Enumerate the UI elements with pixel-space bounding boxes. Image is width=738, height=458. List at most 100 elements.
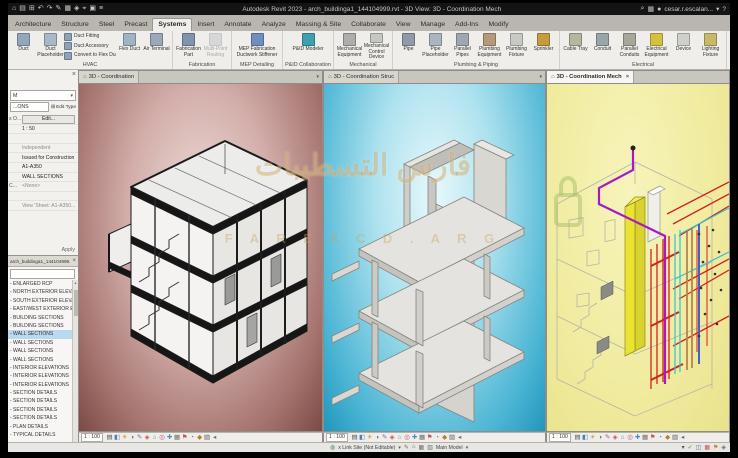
view-control-icon[interactable]: ⚑ xyxy=(181,433,189,442)
view-control-icon[interactable]: ◆ xyxy=(441,433,449,442)
view-control-icon[interactable]: ◎ xyxy=(403,433,411,442)
scale-button[interactable]: 1 : 100 xyxy=(549,433,571,443)
view-control-icon[interactable]: ◔ xyxy=(656,433,664,442)
property-value[interactable]: Issued for Construction xyxy=(22,155,78,161)
sheet-list-item[interactable]: - WALL SECTIONS xyxy=(8,347,73,355)
help-icon[interactable]: ? xyxy=(722,6,726,13)
ribbon-button[interactable]: Component xyxy=(729,32,730,61)
status-filter-icon[interactable]: ⚑ xyxy=(713,444,718,451)
view-tab-coordination-struc[interactable]: ⌂ 3D - Coordination Struc xyxy=(324,71,399,83)
ribbon-tab[interactable]: Systems xyxy=(152,18,192,31)
sheet-list-item[interactable]: - TYPICAL DETAILS xyxy=(8,431,73,439)
sheet-list-item[interactable]: - INTERIOR ELEVATIONS xyxy=(8,364,73,372)
property-value[interactable]: <None> xyxy=(22,183,78,189)
sheet-list-item[interactable]: - SECTION DETAILS xyxy=(8,406,73,414)
qat-icon[interactable]: ✎ xyxy=(55,4,61,14)
view-control-icon[interactable]: ◂ xyxy=(456,433,464,442)
sheet-list-item[interactable]: - BUILDING SECTIONS xyxy=(8,322,73,330)
ribbon-button[interactable]: Parallel Conduits xyxy=(616,32,643,61)
sheet-list-item[interactable]: - WALL SECTIONS xyxy=(8,339,73,347)
ribbon-button[interactable]: Multi-Point Routing xyxy=(202,32,229,61)
property-value[interactable]: View 'Sheet: A1-A350... xyxy=(22,203,78,209)
sheet-list-item[interactable]: - WALL SECTIONS xyxy=(8,356,73,364)
ribbon-tab[interactable]: Annotate xyxy=(219,19,256,31)
sheet-list-item[interactable]: - NORTH EXTERIOR ELEVATION xyxy=(8,288,73,296)
view-control-icon[interactable]: ⚑ xyxy=(426,433,434,442)
tab-list-caret-icon[interactable]: ▾ xyxy=(313,74,322,80)
view-control-icon[interactable]: ◧ xyxy=(113,433,121,442)
edit-type-button[interactable]: ⊞ Edit Type xyxy=(51,105,76,110)
qat-icon[interactable]: ↶ xyxy=(38,4,44,14)
status-icon[interactable]: ▦ xyxy=(419,444,425,451)
status-icon[interactable]: ✎ xyxy=(404,444,409,451)
ribbon-tab[interactable]: Precast xyxy=(119,19,152,31)
view-control-icon[interactable]: ⌂ xyxy=(396,433,404,442)
viewport-mep-model[interactable] xyxy=(546,83,730,432)
ribbon-tab[interactable]: Structure xyxy=(56,19,94,31)
view-control-icon[interactable]: ◑ xyxy=(373,433,381,442)
sheet-list-item[interactable]: - ENLARGED RCP xyxy=(8,280,73,288)
qat-icon[interactable]: ⌖ xyxy=(82,4,86,14)
viewport-structural-model[interactable] xyxy=(323,83,546,432)
view-control-icon[interactable]: ⚑ xyxy=(649,433,657,442)
tab-list-caret-icon[interactable]: ▾ xyxy=(536,74,545,80)
ribbon-tab[interactable]: Collaborate xyxy=(346,19,391,31)
ribbon-button[interactable]: Parallel Pipes xyxy=(449,32,476,61)
ribbon-button[interactable]: Fabrication Part xyxy=(175,32,202,61)
status-filter-icon[interactable]: ✓ xyxy=(688,444,693,451)
view-control-icon[interactable]: ◎ xyxy=(158,433,166,442)
chevron-down-icon[interactable]: ▾ xyxy=(398,445,401,451)
view-control-icon[interactable]: ✚ xyxy=(634,433,642,442)
view-control-icon[interactable]: ◧ xyxy=(581,433,589,442)
ribbon-button[interactable]: Plumbing Equipment xyxy=(476,32,503,61)
ribbon-button[interactable]: Duct Accessory xyxy=(64,42,116,52)
property-value[interactable]: 1 : 50 xyxy=(22,126,78,132)
view-control-icon[interactable]: ▦ xyxy=(418,433,426,442)
sheet-list-item[interactable]: - INTERIOR ELEVATIONS xyxy=(8,372,73,380)
view-control-icon[interactable]: ◧ xyxy=(358,433,366,442)
ribbon-button[interactable]: Device xyxy=(670,32,697,61)
view-control-icon[interactable]: ☀ xyxy=(589,433,597,442)
view-control-icon[interactable]: ▧ xyxy=(203,433,211,442)
ribbon-button[interactable]: Pipe Placeholder xyxy=(422,32,449,61)
ribbon-button[interactable]: MEP Fabrication Ductwork Stiffener xyxy=(234,32,280,61)
property-value[interactable]: Independent xyxy=(22,145,78,151)
view-control-icon[interactable]: ◔ xyxy=(188,433,196,442)
family-selector[interactable]: M ▾ xyxy=(10,90,76,101)
qat-icon[interactable]: ≡ xyxy=(99,4,103,14)
close-view-icon[interactable]: × xyxy=(626,74,629,80)
view-control-icon[interactable]: ✚ xyxy=(411,433,419,442)
scale-button[interactable]: 1 : 100 xyxy=(81,433,103,443)
property-value[interactable]: WALL SECTIONS xyxy=(22,174,78,180)
view-control-icon[interactable]: ◎ xyxy=(626,433,634,442)
view-control-icon[interactable]: ⌂ xyxy=(619,433,627,442)
view-control-icon[interactable]: ◂ xyxy=(679,433,687,442)
ribbon-button[interactable]: Mechanical Control Device xyxy=(363,32,390,61)
view-control-icon[interactable]: ▤ xyxy=(106,433,114,442)
browser-search-input[interactable] xyxy=(10,269,75,279)
status-icon[interactable]: ⌂ xyxy=(412,444,416,451)
ribbon-button[interactable]: Lighting Fixture xyxy=(697,32,724,61)
keyboard-icon[interactable]: ▦ xyxy=(647,5,654,13)
view-control-icon[interactable]: ◔ xyxy=(433,433,441,442)
apply-button[interactable]: Apply xyxy=(8,247,78,255)
qat-icon[interactable]: ▦ xyxy=(64,4,71,14)
status-filter-icon[interactable]: ▦ xyxy=(704,444,710,451)
view-control-icon[interactable]: ✎ xyxy=(381,433,389,442)
view-control-icon[interactable]: ✎ xyxy=(136,433,144,442)
ribbon-button[interactable]: Cable Tray xyxy=(562,32,589,61)
qat-icon[interactable]: ▣ xyxy=(89,4,96,14)
ribbon-tab[interactable]: View xyxy=(391,19,416,31)
type-selector[interactable]: ...ONS xyxy=(10,102,49,112)
sheet-list-item[interactable]: - PLAN DETAILS xyxy=(8,423,73,431)
ribbon-button[interactable]: Mechanical Equipment xyxy=(336,32,363,61)
view-control-icon[interactable]: ☀ xyxy=(121,433,129,442)
close-icon[interactable]: × xyxy=(72,71,76,78)
ribbon-tab[interactable]: Add-Ins xyxy=(450,19,483,31)
ribbon-button[interactable]: Air Terminal xyxy=(143,32,170,61)
view-control-icon[interactable]: ✚ xyxy=(166,433,174,442)
sheet-list-item[interactable]: - INTERIOR ELEVATIONS xyxy=(8,381,73,389)
design-option-selector[interactable]: Main Model xyxy=(436,445,463,451)
view-control-icon[interactable]: ◈ xyxy=(388,433,396,442)
view-control-icon[interactable]: ◆ xyxy=(196,433,204,442)
